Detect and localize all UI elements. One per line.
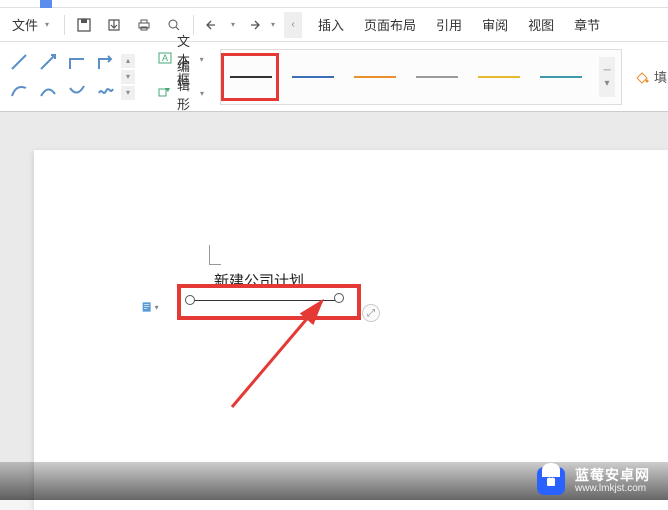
shape-scribble[interactable]	[93, 78, 119, 104]
menu-bar: 文件 ▾ ▾ ▾ ‹ 插入 页面布局 引用 审阅 视图 章节	[0, 8, 668, 42]
tab-chapter[interactable]: 章节	[564, 8, 610, 41]
document-page[interactable]: 新建公司计划 ▾ ⤢	[34, 150, 668, 510]
tab-view[interactable]: 视图	[518, 8, 564, 41]
edit-shape-icon	[157, 84, 173, 103]
redo-history-dropdown[interactable]: ▾	[268, 15, 278, 35]
tab-review[interactable]: 审阅	[472, 8, 518, 41]
svg-text:A: A	[162, 53, 168, 63]
tab-page-layout[interactable]: 页面布局	[354, 8, 426, 41]
tab-references[interactable]: 引用	[426, 8, 472, 41]
chevron-down-icon: ▾	[153, 297, 160, 317]
line-style-black[interactable]	[227, 57, 275, 97]
edit-shape-button[interactable]: 编辑形状 ▾	[151, 80, 210, 108]
shape-curve-1[interactable]	[6, 78, 32, 104]
layout-options-button[interactable]: ⤢	[362, 304, 380, 322]
text-cursor	[209, 245, 221, 265]
fill-control[interactable]: 填	[628, 67, 668, 86]
tab-scroll-left[interactable]: ‹	[284, 12, 302, 38]
resize-handle-left[interactable]	[185, 295, 195, 305]
scroll-down-icon[interactable]: ▾	[121, 70, 135, 84]
text-box-icon: A	[157, 50, 173, 69]
shape-elbow-arrow[interactable]	[93, 49, 119, 75]
export-button[interactable]	[101, 12, 127, 38]
shape-palette-scroll[interactable]: ▴ ▾ ▾	[121, 54, 135, 100]
undo-button[interactable]	[200, 12, 226, 38]
gallery-more-button[interactable]: ─▾	[599, 57, 615, 97]
line-style-blue[interactable]	[289, 57, 337, 97]
watermark-brand: 蓝莓安卓网	[575, 468, 650, 483]
workspace: 新建公司计划 ▾ ⤢	[0, 112, 668, 500]
chevron-down-icon: ▾	[199, 50, 204, 70]
scroll-more-icon[interactable]: ▾	[121, 86, 135, 100]
shape-elbow[interactable]	[64, 49, 90, 75]
scroll-up-icon[interactable]: ▴	[121, 54, 135, 68]
line-shape-palette	[6, 49, 119, 104]
resize-handle-right[interactable]	[334, 293, 344, 303]
shape-curve-3[interactable]	[64, 78, 90, 104]
save-button[interactable]	[71, 12, 97, 38]
undo-history-dropdown[interactable]: ▾	[228, 15, 238, 35]
paint-bucket-icon	[634, 69, 650, 85]
line-style-gallery: ─▾	[220, 49, 622, 105]
paragraph-layout-icon[interactable]: ▾	[142, 298, 160, 316]
line-style-orange[interactable]	[351, 57, 399, 97]
selection-highlight-box	[177, 284, 361, 320]
shape-line[interactable]	[6, 49, 32, 75]
watermark-logo-icon	[537, 467, 565, 495]
file-menu-label: 文件	[12, 15, 38, 34]
watermark-url: www.lmkjst.com	[575, 483, 650, 494]
line-style-yellow[interactable]	[475, 57, 523, 97]
inserted-line-shape[interactable]	[189, 300, 341, 301]
chevron-down-icon: ▾	[42, 15, 52, 35]
print-button[interactable]	[131, 12, 157, 38]
redo-button[interactable]	[240, 12, 266, 38]
line-style-teal[interactable]	[537, 57, 585, 97]
file-menu[interactable]: 文件 ▾	[0, 8, 60, 41]
line-style-gray[interactable]	[413, 57, 461, 97]
tab-insert[interactable]: 插入	[308, 8, 354, 41]
watermark: 蓝莓安卓网 www.lmkjst.com	[0, 462, 668, 500]
chevron-down-icon: ▾	[200, 84, 204, 104]
ribbon: ▴ ▾ ▾ A 文本框 ▾ 编辑形状 ▾ ─▾	[0, 42, 668, 112]
selection-highlight	[221, 53, 279, 101]
shape-curve-2[interactable]	[35, 78, 61, 104]
shape-arrow[interactable]	[35, 49, 61, 75]
